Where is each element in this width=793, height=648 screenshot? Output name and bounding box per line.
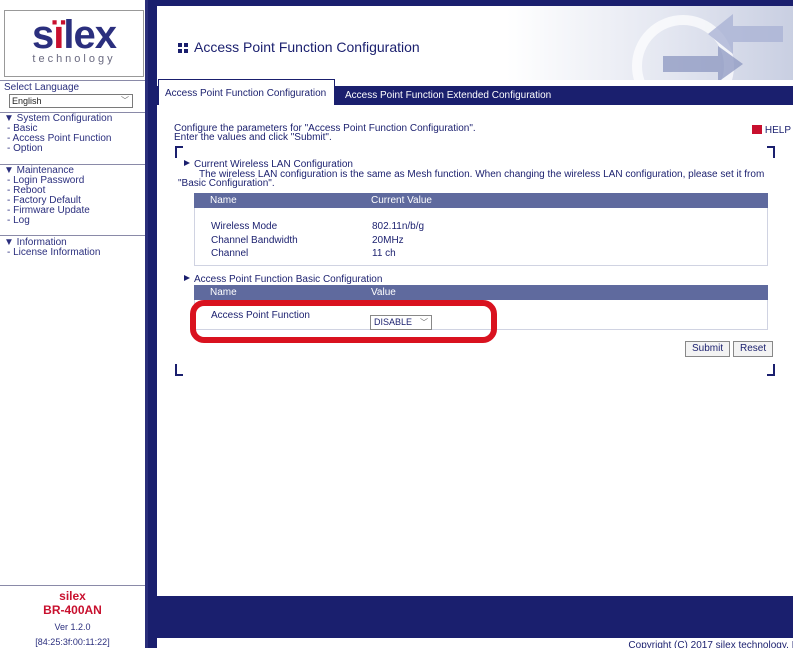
table-row: Channel Bandwidth 20MHz	[211, 235, 404, 246]
page-header: Access Point Function Configuration	[157, 6, 793, 80]
frame-corner	[175, 146, 183, 158]
row-name: Wireless Mode	[211, 221, 278, 232]
frame-corner	[175, 364, 183, 376]
tab-access-point-function-extended-configuration[interactable]: Access Point Function Extended Configura…	[339, 86, 557, 105]
mac-address: [84:25:3f:00:11:22]	[35, 637, 110, 647]
section-note: The wireless LAN configuration is the sa…	[178, 170, 770, 189]
submit-button[interactable]: Submit	[685, 341, 731, 357]
logo-wordmark: sïlex	[32, 13, 117, 57]
menu-group-system-configuration: ▼ System Configuration - Basic - Access …	[4, 114, 144, 154]
language-select[interactable]: English ﹀	[9, 94, 133, 108]
silex-logo: sïlex technology	[4, 10, 144, 77]
divider	[0, 80, 145, 81]
language-select-value: English	[12, 96, 42, 106]
row-value: 802.11n/b/g	[372, 221, 425, 232]
intro-text: Configure the parameters for "Access Poi…	[174, 124, 476, 143]
section-title-ap-basic: Access Point Function Basic Configuratio…	[184, 274, 383, 285]
table-header: Name Current Value	[194, 193, 768, 208]
network-arrows-graphic	[632, 14, 783, 80]
row-value: 11 ch	[372, 248, 396, 259]
current-config-table: Wireless Mode 802.11n/b/g Channel Bandwid…	[194, 208, 768, 266]
tab-bar: Access Point Function Configuration Acce…	[157, 79, 793, 105]
intro-line: Enter the values and click "Submit".	[174, 132, 332, 143]
menu-item-option[interactable]: - Option	[4, 144, 144, 154]
reset-button[interactable]: Reset	[733, 341, 774, 357]
triangle-right-icon	[184, 160, 190, 166]
table-header: Name Value	[194, 285, 768, 300]
footer-bar	[157, 596, 793, 638]
frame-corner	[767, 146, 775, 158]
device-model: BR-400AN	[43, 603, 102, 617]
section-title-text: Access Point Function Basic Configuratio…	[194, 274, 383, 285]
column-header-value: Value	[371, 287, 396, 298]
device-info: silex BR-400AN Ver 1.2.0 [84:25:3f:00:11…	[0, 585, 145, 648]
table-row: Channel 11 ch	[211, 248, 396, 259]
main-panel: Access Point Function Configuration Acce…	[157, 6, 793, 648]
device-brand: silex	[59, 589, 86, 603]
help-label: HELP	[764, 125, 791, 136]
highlight-annotation	[190, 300, 497, 343]
chevron-down-icon: ﹀	[121, 96, 129, 105]
frame-corner	[767, 364, 775, 376]
language-label: Select Language	[4, 82, 80, 93]
sidebar: sïlex technology Select Language English…	[0, 0, 148, 648]
divider	[0, 235, 145, 236]
menu-group-maintenance: ▼ Maintenance - Login Password - Reboot …	[4, 166, 144, 226]
title-bullet-icon	[178, 43, 188, 53]
help-icon	[751, 125, 762, 134]
menu-item-license-information[interactable]: - License Information	[4, 248, 144, 258]
triangle-right-icon	[184, 275, 190, 281]
row-name: Channel Bandwidth	[211, 235, 298, 246]
menu-group-information: ▼ Information - License Information	[4, 238, 144, 258]
column-header-name: Name	[210, 195, 237, 206]
menu-item-log[interactable]: - Log	[4, 216, 144, 226]
row-name: Channel	[211, 248, 249, 259]
logo-subtitle: technology	[32, 53, 116, 65]
page-title-text: Access Point Function Configuration	[194, 39, 420, 55]
column-header-current-value: Current Value	[371, 195, 432, 206]
firmware-version: Ver 1.2.0	[54, 622, 91, 632]
table-row: Wireless Mode 802.11n/b/g	[211, 221, 424, 232]
help-link[interactable]: HELP	[751, 125, 791, 136]
page-title: Access Point Function Configuration	[178, 39, 420, 55]
tab-access-point-function-configuration[interactable]: Access Point Function Configuration	[158, 79, 335, 105]
copyright-text: Copyright (C) 2017 silex technology, Inc	[628, 640, 793, 648]
column-header-name: Name	[210, 287, 237, 298]
row-value: 20MHz	[372, 235, 404, 246]
section-title-current-wlan: Current Wireless LAN Configuration	[184, 160, 353, 170]
note-line: "Basic Configuration".	[178, 178, 275, 189]
